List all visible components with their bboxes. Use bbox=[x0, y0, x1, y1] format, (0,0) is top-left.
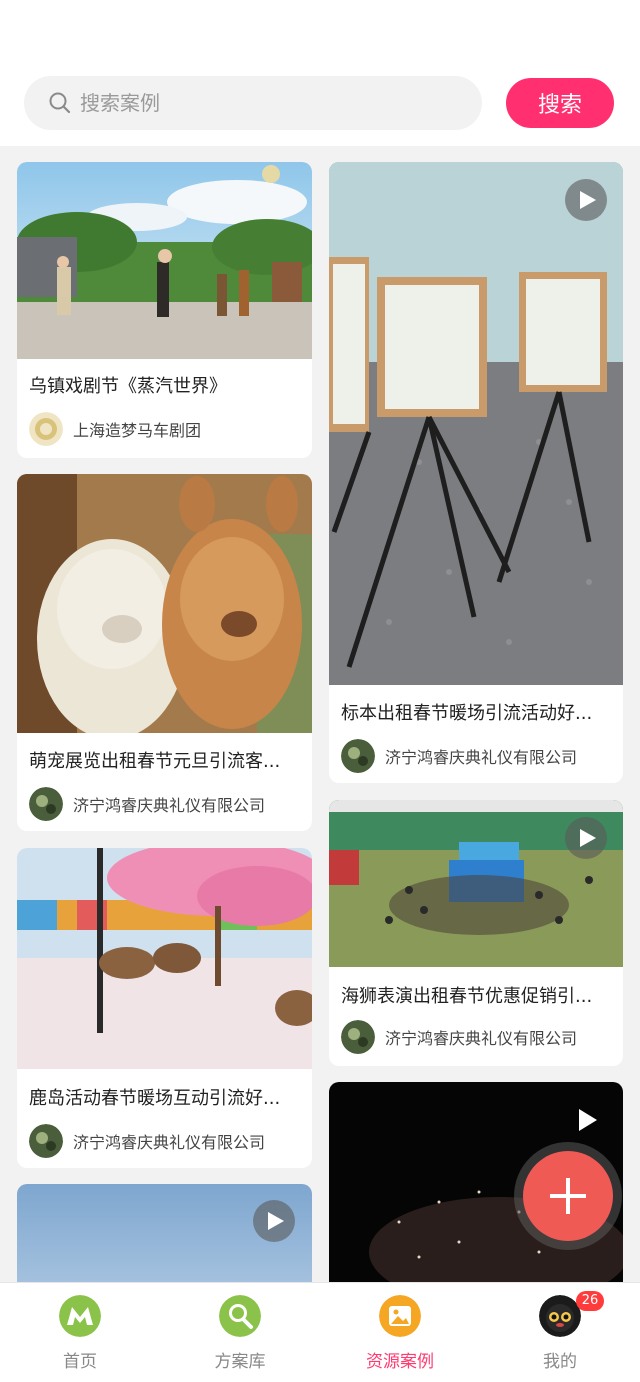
case-title: 乌镇戏剧节《蒸汽世界》 bbox=[29, 376, 227, 397]
tab-mine[interactable]: 26 我的 bbox=[480, 1283, 640, 1382]
case-author: 济宁鸿睿庆典礼仪有限公司 bbox=[341, 1020, 611, 1054]
search-box[interactable] bbox=[24, 76, 482, 130]
tab-label: 首页 bbox=[63, 1352, 97, 1372]
author-name: 济宁鸿睿庆典礼仪有限公司 bbox=[385, 748, 578, 767]
case-image bbox=[17, 848, 312, 1069]
cat-avatar-icon bbox=[539, 1295, 581, 1337]
case-image bbox=[17, 474, 312, 733]
author-name: 济宁鸿睿庆典礼仪有限公司 bbox=[385, 1029, 578, 1048]
author-name: 上海造梦马车剧团 bbox=[73, 421, 202, 440]
author-avatar bbox=[29, 1124, 63, 1158]
tab-resource-cases[interactable]: 资源案例 bbox=[320, 1283, 480, 1382]
add-case-button[interactable] bbox=[514, 1142, 622, 1250]
case-card[interactable]: 乌镇戏剧节《蒸汽世界》 上海造梦马车剧团 bbox=[17, 162, 312, 458]
plus-icon bbox=[550, 1178, 586, 1214]
search-button[interactable]: 搜索 bbox=[506, 78, 614, 128]
author-name: 济宁鸿睿庆典礼仪有限公司 bbox=[73, 1133, 266, 1152]
case-author: 济宁鸿睿庆典礼仪有限公司 bbox=[341, 739, 611, 773]
case-author: 上海造梦马车剧团 bbox=[29, 412, 300, 446]
home-logo-icon bbox=[59, 1295, 101, 1337]
case-title: 标本出租春节暖场引流活动好... bbox=[341, 703, 593, 724]
search-icon bbox=[49, 92, 71, 114]
author-avatar bbox=[29, 412, 63, 446]
case-image bbox=[329, 162, 623, 685]
tab-label: 方案库 bbox=[214, 1352, 266, 1372]
case-title: 海狮表演出租春节优惠促销引... bbox=[341, 986, 593, 1007]
case-card[interactable]: 鹿岛活动春节暖场互动引流好... 济宁鸿睿庆典礼仪有限公司 bbox=[17, 848, 312, 1168]
author-avatar bbox=[341, 739, 375, 773]
case-title: 萌宠展览出租春节元旦引流客... bbox=[29, 751, 281, 772]
image-icon bbox=[379, 1295, 421, 1337]
author-avatar bbox=[29, 787, 63, 821]
tab-plan-library[interactable]: 方案库 bbox=[160, 1283, 320, 1382]
notification-badge: 26 bbox=[576, 1291, 604, 1311]
case-title: 鹿岛活动春节暖场互动引流好... bbox=[29, 1088, 281, 1109]
case-card[interactable]: 萌宠展览出租春节元旦引流客... 济宁鸿睿庆典礼仪有限公司 bbox=[17, 474, 312, 831]
play-icon[interactable] bbox=[253, 1200, 295, 1242]
author-name: 济宁鸿睿庆典礼仪有限公司 bbox=[73, 796, 266, 815]
author-avatar bbox=[341, 1020, 375, 1054]
play-icon[interactable] bbox=[565, 817, 607, 859]
search-input[interactable] bbox=[80, 91, 440, 115]
case-card[interactable]: 标本出租春节暖场引流活动好... 济宁鸿睿庆典礼仪有限公司 bbox=[329, 162, 623, 783]
tab-label: 我的 bbox=[543, 1352, 577, 1372]
play-icon[interactable] bbox=[565, 1099, 607, 1141]
case-author: 济宁鸿睿庆典礼仪有限公司 bbox=[29, 787, 300, 821]
tab-label: 资源案例 bbox=[366, 1352, 434, 1372]
magnifier-icon bbox=[219, 1295, 261, 1337]
header: 搜索 bbox=[0, 0, 640, 146]
play-icon[interactable] bbox=[565, 179, 607, 221]
case-author: 济宁鸿睿庆典礼仪有限公司 bbox=[29, 1124, 300, 1158]
case-image bbox=[17, 162, 312, 359]
tab-home[interactable]: 首页 bbox=[0, 1283, 160, 1382]
case-card[interactable] bbox=[17, 1184, 312, 1294]
case-card[interactable]: 海狮表演出租春节优惠促销引... 济宁鸿睿庆典礼仪有限公司 bbox=[329, 800, 623, 1066]
bottom-tab-bar: 首页 方案库 资源案例 26 我的 bbox=[0, 1282, 640, 1382]
